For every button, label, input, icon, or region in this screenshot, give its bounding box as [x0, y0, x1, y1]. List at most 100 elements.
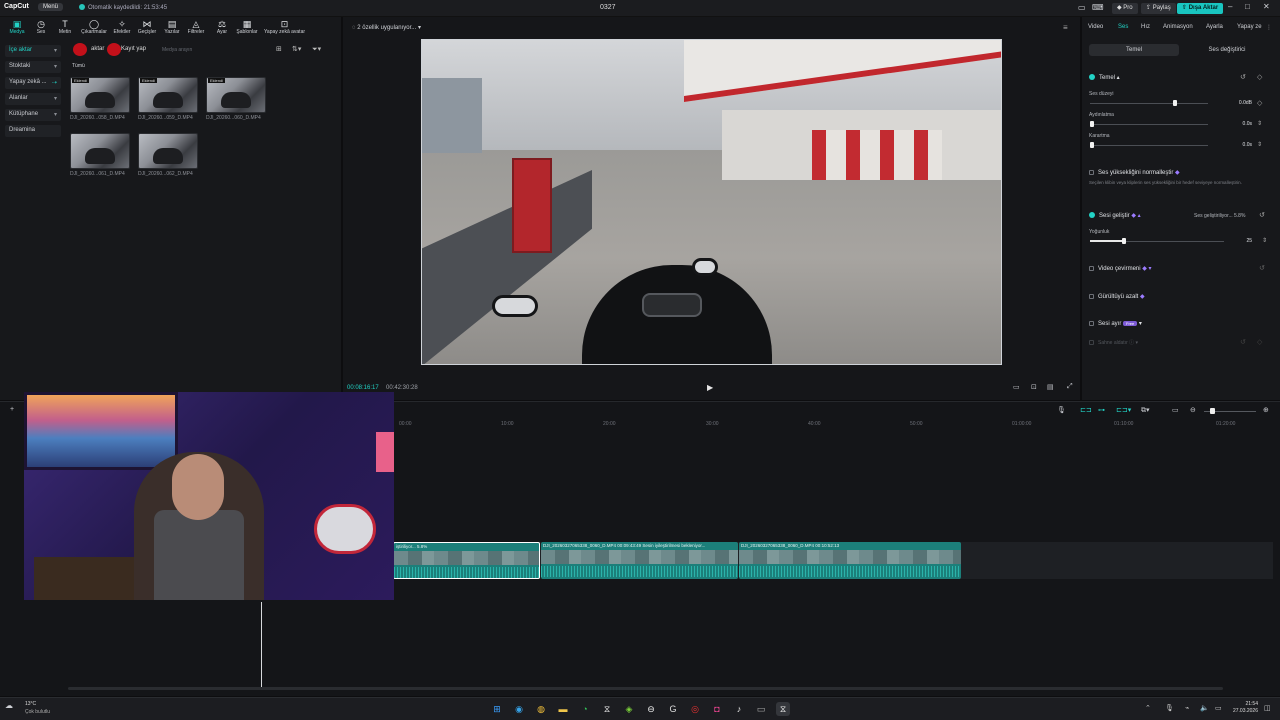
sidebar-item-ai[interactable]: Yapay zekâ ... ⇢ — [5, 77, 61, 89]
sort-icon[interactable]: ⇅▾ — [292, 45, 301, 53]
snap-icon[interactable]: ⊏⊐ — [1080, 406, 1092, 414]
toggle-icon[interactable] — [1089, 74, 1095, 80]
separate-audio-option[interactable]: Sesi ayır Free ▾ — [1089, 320, 1142, 327]
media-clip[interactable]: Eklendi DJI_20260...058_D.MP4 — [70, 77, 130, 121]
keyframe-icon[interactable]: ◇ — [1257, 99, 1262, 107]
media-clip[interactable]: Eklendi DJI_20260...060_D.MP4 — [206, 77, 266, 121]
fullscreen-icon[interactable]: ⤢ — [1067, 383, 1073, 391]
edge-icon[interactable]: ◉ — [512, 702, 526, 716]
play-icon[interactable]: ▶ — [707, 383, 713, 392]
reset-icon[interactable]: ↺ — [1259, 264, 1265, 272]
checkbox-icon[interactable] — [1089, 294, 1094, 299]
volume-knob[interactable] — [1172, 100, 1177, 106]
timeline-scrollbar[interactable] — [68, 687, 1223, 690]
tray-chevron-icon[interactable]: ⌃ — [1145, 704, 1151, 712]
close-icon[interactable]: ✕ — [1263, 2, 1270, 11]
chrome-icon[interactable]: ◍ — [534, 702, 548, 716]
tab-scroll-icon[interactable]: ⋮ — [1266, 24, 1272, 31]
link-icon[interactable]: ⊶ — [1098, 406, 1105, 414]
timeline-clip[interactable]: DJI_20260327065338_0060_D.MP4 00:10:52:1… — [739, 542, 961, 579]
enhance-option[interactable]: Sesi geliştir ◆ ▴ — [1089, 212, 1141, 219]
tool-ai-avatar[interactable]: ⊡ Yapay zekâ avatar — [262, 19, 307, 35]
sidebar-item-stock[interactable]: Stoktaki ▾ — [5, 61, 61, 73]
tab-ai[interactable]: Yapay ze — [1237, 24, 1262, 30]
clock[interactable]: 21:54 27.03.2026 — [1230, 701, 1258, 715]
screen-app-icon[interactable]: ▭ — [754, 702, 768, 716]
subtab-voice-changer[interactable]: Ses değiştirici — [1182, 44, 1272, 56]
tab-animation[interactable]: Animasyon — [1163, 24, 1193, 30]
minimize-icon[interactable]: – — [1228, 2, 1232, 11]
keyframe-icon[interactable]: ◇ — [1257, 73, 1262, 81]
fadeout-slider[interactable] — [1090, 145, 1208, 146]
capcut-icon[interactable]: ⧖ — [600, 702, 614, 716]
pro-button[interactable]: ◆ Pro — [1112, 3, 1138, 14]
capcut-active-icon[interactable]: ⧖ — [776, 702, 790, 716]
weather-widget[interactable]: ☁ 13°C Çok bulutlu — [5, 701, 50, 715]
normalize-option[interactable]: Ses yüksekliğini normalleştir ◆ — [1089, 169, 1180, 176]
video-translator-option[interactable]: Video çevirmeni ◆ ▾ — [1089, 265, 1152, 272]
menu-button[interactable]: Menü — [38, 3, 64, 11]
tool-stickers[interactable]: ◯ Çıkartmalar — [79, 19, 109, 35]
volume-slider[interactable] — [1090, 103, 1208, 104]
reset-icon[interactable]: ↺ — [1259, 211, 1265, 219]
toggle-icon[interactable] — [1089, 212, 1095, 218]
noise-reduce-option[interactable]: Gürültüyü azalt ◆ — [1089, 293, 1145, 300]
windows-start-icon[interactable]: ⊞ — [490, 702, 504, 716]
video-preview[interactable] — [421, 39, 1002, 365]
player-menu-icon[interactable]: ≡ — [1063, 23, 1068, 32]
fadein-slider[interactable] — [1090, 124, 1208, 125]
record-button[interactable]: Kayıt yap — [116, 45, 151, 55]
tray-mic-icon[interactable]: 🎙 — [1165, 704, 1174, 712]
tiktok-icon[interactable]: ♪ — [732, 702, 746, 716]
tab-speed[interactable]: Hız — [1141, 24, 1150, 30]
import-button[interactable]: aktar — [86, 45, 109, 55]
fadeout-value[interactable]: 0.0s — [1224, 142, 1252, 148]
zoom-out-icon[interactable]: ⊖ — [1190, 406, 1196, 414]
filter-all-tab[interactable]: Tümü — [72, 63, 85, 69]
checkbox-icon[interactable] — [1089, 170, 1094, 175]
tab-audio[interactable]: Ses — [1118, 24, 1128, 30]
battery-icon[interactable]: ▭ — [1215, 704, 1222, 712]
timeline-clip[interactable]: DJI_20260327065338_0060_D.MP4 00:09:43:4… — [541, 542, 738, 579]
media-search-input[interactable]: Medya arayın — [162, 47, 192, 53]
zoom-in-icon[interactable]: ⊕ — [1263, 406, 1269, 414]
network-icon[interactable]: ⌁ — [1185, 704, 1189, 712]
sidebar-item-dreamina[interactable]: Dreamina — [5, 125, 61, 137]
export-button[interactable]: ⇧ Dışa Aktar — [1177, 3, 1224, 14]
instagram-icon[interactable]: ◘ — [710, 702, 724, 716]
tool-text[interactable]: T Metin — [50, 19, 80, 35]
split-icon[interactable]: ⧉▾ — [1141, 406, 1150, 415]
notification-icon[interactable]: ◫ — [1264, 704, 1271, 712]
checkbox-icon[interactable] — [1089, 266, 1094, 271]
keyboard-icon[interactable]: ⌨ — [1092, 3, 1104, 12]
file-explorer-icon[interactable]: ▬ — [556, 702, 570, 716]
volume-value[interactable]: 0.0dB — [1224, 100, 1252, 106]
media-clip[interactable]: DJI_20260...062_D.MP4 — [138, 133, 198, 177]
quality-icon[interactable]: ▤ — [1047, 383, 1054, 391]
tab-video[interactable]: Video — [1088, 24, 1103, 30]
share-button[interactable]: ⇪ Paylaş — [1141, 3, 1176, 14]
maximize-icon[interactable]: □ — [1245, 2, 1250, 11]
ratio-icon[interactable]: ▭ — [1013, 383, 1020, 391]
sidebar-item-spaces[interactable]: Alanlar ▾ — [5, 93, 61, 105]
chevron-down-icon[interactable]: ▾ — [416, 25, 421, 31]
intensity-value[interactable]: 25 — [1224, 238, 1252, 244]
stepper-icon[interactable]: ⇕ — [1257, 141, 1262, 148]
monitor-icon[interactable]: ▭ — [1172, 406, 1179, 414]
tab-adjust[interactable]: Ayarla — [1206, 24, 1223, 30]
intensity-knob[interactable] — [1121, 238, 1126, 244]
stepper-icon[interactable]: ⇕ — [1262, 237, 1267, 244]
subtab-basic[interactable]: Temel — [1089, 44, 1179, 56]
fit-icon[interactable]: ⊡ — [1031, 383, 1037, 391]
fadein-knob[interactable] — [1090, 121, 1094, 127]
zoom-knob[interactable] — [1210, 408, 1215, 414]
basic-section[interactable]: Temel ▴ — [1089, 74, 1120, 81]
reset-icon[interactable]: ↺ — [1240, 73, 1246, 81]
media-clip[interactable]: DJI_20260...061_D.MP4 — [70, 133, 130, 177]
filter-icon[interactable]: ⏷▾ — [312, 45, 321, 54]
whatsapp-icon[interactable]: ◔ — [578, 702, 592, 716]
playhead[interactable] — [261, 602, 262, 689]
media-clip[interactable]: Eklendi DJI_20260...059_D.MP4 — [138, 77, 198, 121]
volume-icon[interactable]: 🔈 — [1200, 704, 1209, 712]
sidebar-item-import[interactable]: İçe aktar ▾ — [5, 45, 61, 57]
